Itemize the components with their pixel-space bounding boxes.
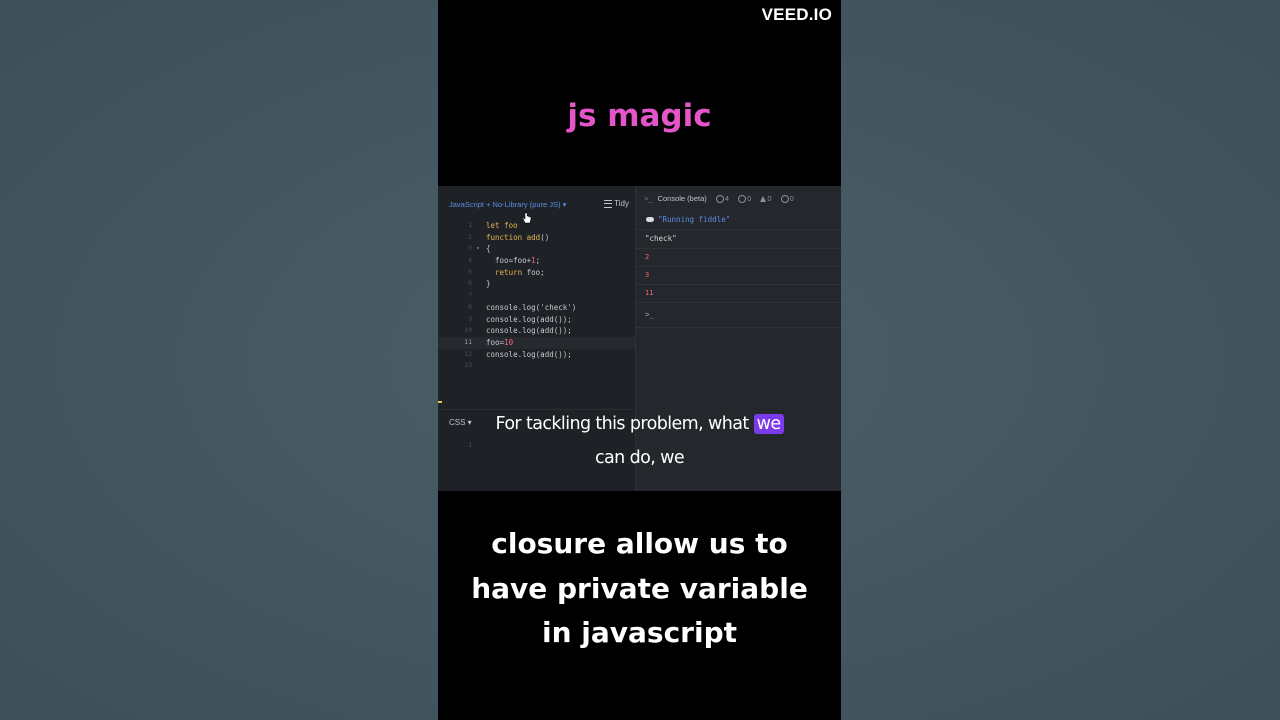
code-text: return foo; bbox=[495, 267, 545, 277]
code-text: console.log(add()); bbox=[486, 326, 572, 336]
line-number: 3 bbox=[468, 244, 472, 253]
code-line: 9 console.log(add()); bbox=[438, 314, 635, 326]
info-icon bbox=[715, 195, 724, 204]
log-count-badge[interactable]: 0 bbox=[780, 194, 794, 204]
console-title: Console (beta) bbox=[657, 194, 707, 203]
line-number: 10 bbox=[464, 326, 472, 335]
code-line: 6} bbox=[438, 278, 635, 290]
line-number: 6 bbox=[468, 279, 472, 288]
info-count-badge[interactable]: 4 bbox=[715, 194, 729, 204]
console-input[interactable] bbox=[636, 303, 841, 328]
warning-icon bbox=[760, 196, 767, 203]
line-number: 13 bbox=[464, 361, 472, 370]
js-pane: JavaScript + No-Library (pure JS) ▾ Tidy… bbox=[438, 186, 635, 409]
error-icon bbox=[738, 195, 747, 204]
line-number: 7 bbox=[468, 291, 472, 300]
code-text: function add() bbox=[486, 232, 550, 242]
console-output-row: 11 bbox=[636, 284, 841, 303]
console-input-prompt: >_ bbox=[645, 310, 655, 319]
tidy-button[interactable]: Tidy bbox=[604, 199, 629, 208]
js-language-selector[interactable]: JavaScript + No-Library (pure JS) ▾ bbox=[449, 200, 566, 209]
caption-text-line2: can do, we bbox=[594, 448, 685, 468]
code-text: console.log('check') bbox=[486, 302, 577, 312]
bottom-title-line: have private variable bbox=[471, 571, 808, 605]
code-line: 1 let foo bbox=[438, 220, 635, 232]
line-number: 12 bbox=[464, 349, 472, 358]
code-line: 3 ▾ { bbox=[438, 243, 635, 255]
code-line: 12 console.log(add()); bbox=[438, 349, 635, 361]
hand-cursor-icon bbox=[522, 212, 532, 224]
line-number: 9 bbox=[468, 314, 472, 323]
code-line: 10 console.log(add()); bbox=[438, 325, 635, 337]
code-text: console.log(add()); bbox=[486, 349, 572, 359]
veed-watermark: VEED.IO bbox=[761, 5, 832, 24]
line-number: 2 bbox=[468, 232, 472, 241]
code-text: } bbox=[486, 279, 491, 289]
line-number: 5 bbox=[468, 267, 472, 276]
bottom-title-line: closure allow us to bbox=[491, 527, 788, 560]
code-editor[interactable]: 1 let foo 2 function add() 3 ▾ {4 foo=foo+1; 5 … bbox=[438, 220, 635, 372]
code-text: console.log(add()); bbox=[486, 314, 572, 324]
code-line: 11 foo=10 bbox=[438, 336, 635, 349]
scroll-marker bbox=[438, 401, 442, 403]
code-text: { bbox=[486, 244, 491, 254]
bottom-title: closure allow us to have private variabl… bbox=[438, 522, 841, 656]
code-line: 2 function add() bbox=[438, 232, 635, 244]
code-line: 13 bbox=[438, 360, 635, 372]
caption-highlight-word: we bbox=[753, 414, 784, 434]
bottom-title-line: in javascript bbox=[541, 616, 737, 649]
console-header: >_ Console (beta) 4 0 0 0 bbox=[644, 194, 794, 204]
video-frame: VEED.IO js magic JavaScript + No-Library… bbox=[438, 0, 841, 720]
console-output-row: 3 bbox=[636, 266, 841, 285]
line-number: 11 bbox=[464, 337, 472, 346]
caption-text: For tackling this problem, what bbox=[495, 414, 749, 434]
code-line: 8 console.log('check') bbox=[438, 302, 635, 314]
log-icon bbox=[780, 195, 789, 204]
subtitle-caption: For tackling this problem, what we can d… bbox=[438, 407, 841, 475]
console-output-row: 2 bbox=[636, 248, 841, 267]
warning-count-badge[interactable]: 0 bbox=[760, 194, 772, 203]
code-text: let foo bbox=[486, 221, 518, 230]
menu-icon bbox=[604, 199, 613, 208]
code-text: foo=10 bbox=[486, 337, 514, 347]
code-line: 7 bbox=[438, 290, 635, 302]
cloud-icon bbox=[646, 217, 654, 222]
console-output-row: "check" bbox=[636, 230, 841, 249]
code-text: foo=foo+1; bbox=[486, 256, 541, 266]
line-number: 4 bbox=[468, 256, 472, 265]
code-line: 5 return foo; bbox=[438, 267, 635, 279]
code-line: 4 foo=foo+1; bbox=[438, 255, 635, 267]
error-count-badge[interactable]: 0 bbox=[738, 194, 751, 204]
video-headline: js magic bbox=[567, 98, 712, 134]
console-prompt-icon: >_ bbox=[644, 194, 653, 203]
line-number: 1 bbox=[468, 221, 472, 229]
tidy-label: Tidy bbox=[614, 199, 629, 208]
console-running-row: "Running fiddle" bbox=[636, 211, 841, 230]
fold-toggle-icon[interactable]: ▾ bbox=[476, 243, 480, 255]
line-number: 8 bbox=[468, 302, 472, 311]
